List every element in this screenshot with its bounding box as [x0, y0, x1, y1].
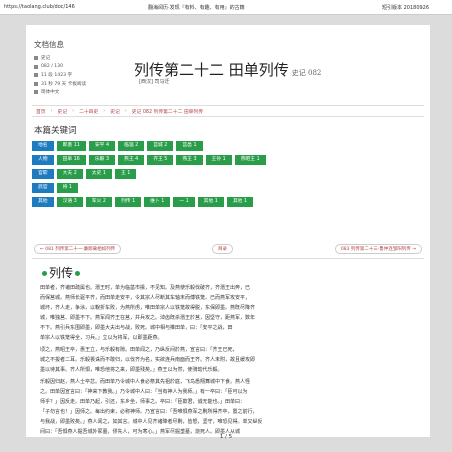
- paragraph: 乐毅因归赵，燕人士卒忿。而田单乃令城中人食必祭其先祖於庭，飞鸟悉翔舞城中下食。燕…: [40, 377, 420, 437]
- paragraph-line: 不下。燕引兵东围即墨，即墨大夫出与战，败死。城中相与推田单，曰：「安平之战，田: [40, 325, 233, 331]
- doc-info-panel: 文档信息 史记 082 / 130 11 段 1423 字 31 秒 79 天 …: [34, 39, 106, 109]
- paragraph-line: 顷之，燕昭王卒，惠王立，与乐毅有隙。田单闻之，乃纵反间於燕，宣言曰：「齐王已死，: [40, 347, 238, 353]
- paragraph-line: 城坏，齐人走，争涂，以輗折车败，为燕所虏，唯田单宗人以铁笼故得脱，东保即墨。燕既…: [40, 305, 256, 311]
- page-header-title: 翻海阅历·发现『有料、有趣、有用』的古籍: [148, 5, 245, 11]
- prev-chapter-button[interactable]: ← 081 列传第二十一·廉颇蔺相如列传: [34, 244, 122, 254]
- breadcrumb-item[interactable]: 首页: [36, 108, 46, 115]
- toc-button[interactable]: 目录: [212, 244, 233, 254]
- info-row: 11 段 1423 字: [34, 71, 106, 80]
- info-row: 简体中文: [34, 88, 106, 97]
- info-row: 082 / 130: [34, 63, 106, 72]
- section-heading: 列传: [40, 264, 82, 281]
- keyword-tag[interactable]: 田单 16: [56, 155, 86, 165]
- keyword-tag[interactable]: 齐王 5: [147, 155, 174, 165]
- keyword-tag[interactable]: 王孙 1: [205, 155, 232, 165]
- title-main: 列传第二十二 田单列传: [134, 61, 289, 79]
- keyword-tag[interactable]: 安平 4: [88, 141, 116, 151]
- keyword-tag[interactable]: 将 1: [56, 183, 78, 193]
- paragraph-line: 乐毅因归赵，燕人士卒忿。而田单乃令城中人食必祭其先祖於庭，飞鸟悉翔舞城中下食。燕…: [40, 379, 251, 385]
- paragraph: 顷之，燕昭王卒，惠王立，与乐毅有隙。田单闻之，乃纵反间於燕，宣言曰：「齐王已死，…: [40, 345, 420, 375]
- keyword-row: 武官将 1: [32, 183, 424, 193]
- keyword-tag[interactable]: 太史 1: [85, 169, 112, 179]
- paragraph-line: 而保莒城。燕师长驱平齐，而田单走安平，令其宗人尽断其车轴末而傅铁笼。已而燕军攻安…: [40, 295, 251, 301]
- paragraph-line: 与我战，即墨败矣。」燕人闻之，如其言。城中人见齐诸降者尽劓，皆怒，坚守，唯恐见得…: [40, 419, 263, 425]
- keywords-heading: 本篇关键词: [34, 126, 77, 136]
- paragraph-line: 田单者，齐诸田疏属也。湣王时，单为临菑市掾，不见知。及燕使乐毅伐破齐，齐湣王出奔…: [40, 285, 251, 291]
- keyword-tag[interactable]: 即墨 11: [56, 141, 86, 151]
- keyword-tag[interactable]: 莒城 2: [147, 141, 174, 151]
- paragraph-line: 城，唯独莒、即墨不下。燕军闻齐王在莒，并兵攻之。淖齿既杀湣王於莒，因坚守，距燕军…: [40, 315, 256, 321]
- info-text: 简体中文: [41, 90, 60, 96]
- keyword-tag[interactable]: 乐毅 3: [88, 155, 116, 165]
- keyword-tag[interactable]: 临淄 2: [118, 141, 145, 151]
- version-label: 短引版本 20180926: [382, 5, 430, 11]
- page-number: 1 / 5: [219, 434, 233, 440]
- info-text: 11 段 1423 字: [41, 73, 73, 79]
- browser-bar: https://taolang.club/doc/146 翻海阅历·发现『有料、…: [0, 0, 452, 15]
- keyword-list: 地名 即墨 11 安平 4 临淄 2 莒城 2 莒邑 1 人物 田单 16 乐毅 3 燕王 4 齐王…: [32, 141, 424, 211]
- breadcrumb-item[interactable]: 史记: [58, 108, 68, 115]
- paragraph-line: 墨以待其事。齐人所惧，唯恐他将之来，即墨残矣。」燕王以为然，使骑劫代乐毅。: [40, 367, 223, 373]
- keyword-tag[interactable]: 列传 1: [114, 197, 142, 207]
- keyword-category[interactable]: 其他: [32, 197, 54, 207]
- keyword-tag[interactable]: 维卜 1: [144, 197, 171, 207]
- keyword-tag[interactable]: 燕昭王 1: [234, 155, 266, 165]
- document-page: 文档信息 史记 082 / 130 11 段 1423 字 31 秒 79 天 …: [26, 25, 430, 437]
- bullet-icon: [75, 271, 81, 276]
- keyword-row: 其他 汉语 3 军火 2 列传 1 维卜 1一 1 其他 1 其他 1: [32, 197, 424, 207]
- book-icon: [34, 56, 38, 61]
- keyword-tag[interactable]: 莒邑 1: [176, 141, 203, 151]
- keyword-tag[interactable]: 汉语 3: [56, 197, 83, 207]
- info-row: 史记: [34, 54, 106, 63]
- divider: [32, 258, 424, 259]
- info-text: 31 秒 79 天 卡板阅读: [41, 81, 87, 87]
- paragraph-line: 之。田单因宣言曰：「神来下教我。」乃令城中人曰：「当有神人为我师。」有一卒曰：「…: [40, 389, 248, 395]
- bullet-icon: [42, 271, 47, 276]
- clock-icon: [34, 81, 38, 86]
- keyword-tag[interactable]: 一 1: [173, 197, 195, 207]
- keyword-tag[interactable]: 其他 1: [197, 197, 224, 207]
- keyword-row: 官职 大夫 2 太史 1王 1: [32, 169, 424, 179]
- keyword-tag[interactable]: 其他 1: [226, 197, 254, 207]
- list-icon: [34, 64, 38, 69]
- keyword-category[interactable]: 地名: [32, 141, 54, 151]
- keyword-category[interactable]: 官职: [32, 169, 54, 179]
- chapter-pager: ← 081 列传第二十一·廉颇蔺相如列传 目录 083 列传第二十三·鲁仲连邹阳…: [34, 244, 422, 254]
- lang-icon: [34, 90, 38, 95]
- author: [西汉] 司马迁: [139, 79, 170, 85]
- breadcrumb: 首页 › 史记 › 二十四史 › 史记 › 史记 082 列传第二十二 田单列传: [32, 105, 424, 117]
- keyword-row: 地名 即墨 11 安平 4 临淄 2 莒城 2 莒邑 1: [32, 141, 424, 151]
- paragraph-line: 单宗人以铁笼得全，习兵。」立以为将军，以即墨距燕。: [40, 335, 163, 341]
- keyword-row: 人物 田单 16 乐毅 3 燕王 4 齐王 5 燕王 3 王孙 1 燕昭王 1: [32, 155, 424, 165]
- text-icon: [34, 73, 38, 78]
- breadcrumb-item[interactable]: 二十四史: [79, 108, 98, 115]
- paragraph-line: 城之不拔者二耳。乐毅畏诛而不敢归，以伐齐为名，实欲连兵南面而王齐。齐人未附，故且…: [40, 357, 256, 363]
- paragraph-line: 「子勿言也！」因师之。每出约束，必称神师。乃宣言曰：「吾唯惧燕军之劓所得齐卒，置…: [40, 409, 258, 415]
- keyword-category[interactable]: 人物: [32, 155, 54, 165]
- info-row: 31 秒 79 天 卡板阅读: [34, 80, 106, 89]
- keyword-tag[interactable]: 王 1: [114, 169, 137, 179]
- keyword-tag[interactable]: 燕王 3: [176, 155, 203, 165]
- doc-info-heading: 文档信息: [34, 40, 64, 49]
- paragraph-line: 师乎？」因反走。田单乃起，引还，东乡坐，师事之。卒曰：「臣欺君，诚无能也。」田单…: [40, 399, 246, 405]
- paragraph: 田单者，齐诸田疏属也。湣王时，单为临菑市掾，不见知。及燕使乐毅伐破齐，齐湣王出奔…: [40, 283, 420, 343]
- keyword-tag[interactable]: 军火 2: [85, 197, 112, 207]
- breadcrumb-item-current: 史记 082 列传第二十二 田单列传: [131, 109, 204, 115]
- url-text[interactable]: https://taolang.club/doc/146: [4, 4, 75, 10]
- info-text: 史记: [41, 56, 51, 62]
- section-title: 列传: [49, 266, 74, 280]
- keyword-tag[interactable]: 大夫 2: [56, 169, 83, 179]
- keyword-tag[interactable]: 燕王 4: [118, 155, 145, 165]
- keyword-category[interactable]: 武官: [32, 183, 54, 193]
- breadcrumb-item[interactable]: 史记: [110, 108, 120, 115]
- page-title: 列传第二十二 田单列传 史记 082: [134, 59, 321, 80]
- title-sub: 史记 082: [291, 69, 322, 77]
- info-text: 082 / 130: [41, 64, 64, 70]
- next-chapter-button[interactable]: 083 列传第二十三·鲁仲连邹阳列传 →: [334, 244, 422, 254]
